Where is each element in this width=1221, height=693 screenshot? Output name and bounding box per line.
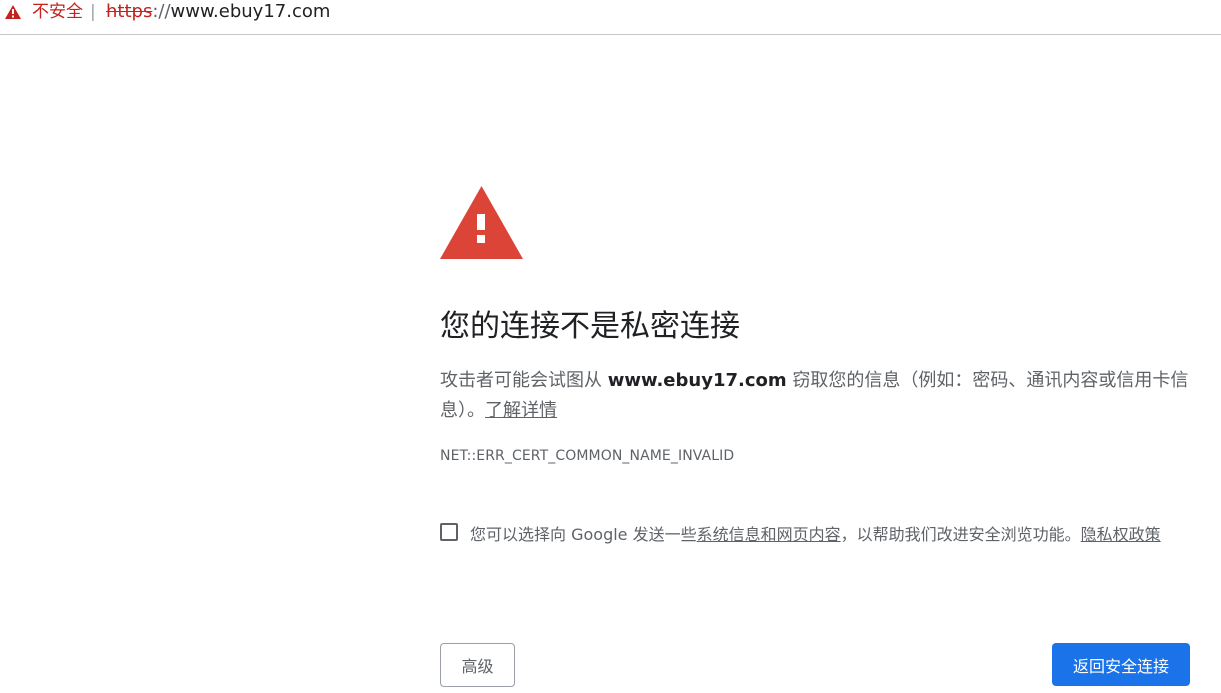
- optin-text: 您可以选择向 Google 发送一些: [470, 525, 697, 544]
- url-host: www.ebuy17.com: [170, 1, 331, 22]
- description-host: www.ebuy17.com: [607, 370, 787, 391]
- description-text: 攻击者可能会试图从: [440, 370, 608, 391]
- url-slashes: ://: [152, 1, 171, 22]
- security-status-label[interactable]: 不安全: [32, 1, 83, 23]
- advanced-button[interactable]: 高级: [440, 643, 515, 687]
- address-bar[interactable]: 不安全 | https://www.ebuy17.com: [0, 0, 1221, 35]
- safe-browsing-optin-label: 您可以选择向 Google 发送一些系统信息和网页内容，以帮助我们改进安全浏览功…: [470, 520, 1170, 550]
- learn-more-link[interactable]: 了解详情: [485, 400, 557, 421]
- url-text[interactable]: https://www.ebuy17.com: [106, 1, 330, 23]
- back-to-safety-button[interactable]: 返回安全连接: [1052, 643, 1190, 686]
- error-code: NET::ERR_CERT_COMMON_NAME_INVALID: [440, 448, 735, 464]
- url-scheme: https: [106, 1, 153, 22]
- safe-browsing-optin-checkbox[interactable]: [440, 523, 458, 541]
- warning-description: 攻击者可能会试图从 www.ebuy17.com 窃取您的信息（例如：密码、通讯…: [440, 366, 1200, 426]
- warning-triangle-icon[interactable]: [5, 5, 21, 19]
- privacy-policy-link[interactable]: 隐私权政策: [1081, 525, 1161, 544]
- system-info-link[interactable]: 系统信息和网页内容: [697, 525, 841, 544]
- address-separator: |: [90, 2, 96, 22]
- page-title: 您的连接不是私密连接: [440, 309, 740, 344]
- optin-text-rest: ，以帮助我们改进安全浏览功能。: [840, 525, 1081, 544]
- warning-triangle-icon: [440, 186, 523, 259]
